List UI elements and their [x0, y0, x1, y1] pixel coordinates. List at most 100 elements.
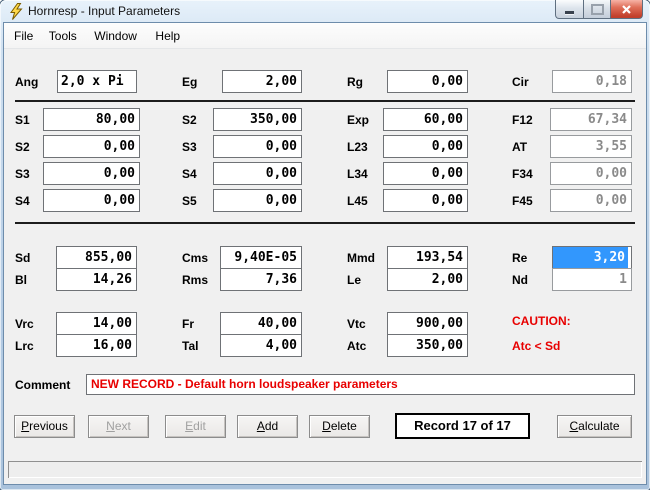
- close-button[interactable]: [610, 0, 643, 19]
- ang-input[interactable]: 2,0 x Pi: [57, 70, 137, 93]
- minimize-button[interactable]: [555, 0, 584, 19]
- s5-value: 0,00: [265, 193, 297, 208]
- at-input: 3,55: [550, 135, 632, 158]
- exp-input[interactable]: 60,00: [383, 108, 468, 131]
- tal-input[interactable]: 4,00: [220, 334, 302, 357]
- s4-col2-input[interactable]: 0,00: [213, 162, 302, 185]
- menu-tools[interactable]: Tools: [47, 29, 79, 43]
- calculate-button[interactable]: Calculate: [557, 415, 632, 438]
- f34-value: 0,00: [595, 166, 627, 181]
- bl-value: 14,26: [92, 272, 132, 287]
- atc-label: Atc: [347, 339, 367, 353]
- window-title: Hornresp - Input Parameters: [28, 4, 181, 18]
- ang-label: Ang: [15, 75, 39, 89]
- cms-label: Cms: [182, 251, 209, 265]
- vtc-value: 900,00: [416, 316, 463, 331]
- delete-button[interactable]: Delete: [309, 415, 370, 438]
- comment-label: Comment: [15, 378, 71, 392]
- menu-help[interactable]: Help: [153, 29, 182, 43]
- s5-input[interactable]: 0,00: [213, 189, 302, 212]
- field-exp: Exp 60,00: [347, 108, 468, 131]
- at-label: AT: [512, 140, 528, 154]
- s1-label: S1: [15, 113, 30, 127]
- re-input[interactable]: 3,20: [552, 246, 632, 269]
- bl-input[interactable]: 14,26: [56, 268, 137, 291]
- s3-input[interactable]: 0,00: [43, 162, 140, 185]
- menu-window[interactable]: Window: [92, 29, 139, 43]
- cir-input: 0,18: [552, 70, 632, 93]
- s3-label: S3: [15, 167, 30, 181]
- add-button[interactable]: Add: [237, 415, 298, 438]
- field-s1: S1 80,00: [15, 108, 140, 131]
- l45-input[interactable]: 0,00: [383, 189, 468, 212]
- next-button[interactable]: Next: [88, 415, 149, 438]
- exp-value: 60,00: [423, 112, 463, 127]
- previous-button[interactable]: Previous: [14, 415, 75, 438]
- s1-input[interactable]: 80,00: [43, 108, 140, 131]
- fr-input[interactable]: 40,00: [220, 312, 302, 335]
- comment-input[interactable]: NEW RECORD - Default horn loudspeaker pa…: [86, 374, 635, 395]
- mmd-value: 193,54: [416, 250, 463, 265]
- field-mmd: Mmd 193,54: [347, 246, 468, 269]
- cir-label: Cir: [512, 75, 529, 89]
- l23-input[interactable]: 0,00: [383, 135, 468, 158]
- maximize-button[interactable]: [583, 0, 611, 19]
- field-lrc: Lrc 16,00: [15, 334, 137, 357]
- field-s4: S4 0,00: [15, 189, 140, 212]
- s2-value: 0,00: [103, 139, 135, 154]
- cms-value: 9,40E-05: [234, 250, 297, 265]
- field-eg: Eg 2,00: [182, 70, 302, 93]
- eg-input[interactable]: 2,00: [222, 70, 302, 93]
- l34-label: L34: [347, 167, 368, 181]
- le-input[interactable]: 2,00: [387, 268, 468, 291]
- l45-value: 0,00: [431, 193, 463, 208]
- lrc-input[interactable]: 16,00: [56, 334, 137, 357]
- atc-input[interactable]: 350,00: [387, 334, 468, 357]
- field-s3: S3 0,00: [15, 162, 140, 185]
- comment-value: NEW RECORD - Default horn loudspeaker pa…: [91, 377, 398, 391]
- field-atc: Atc 350,00: [347, 334, 468, 357]
- s3-col2-input[interactable]: 0,00: [213, 135, 302, 158]
- field-re: Re 3,20: [512, 246, 632, 269]
- field-vrc: Vrc 14,00: [15, 312, 137, 335]
- sd-input[interactable]: 855,00: [56, 246, 137, 269]
- rg-input[interactable]: 0,00: [387, 70, 468, 93]
- s2-input[interactable]: 0,00: [43, 135, 140, 158]
- s4-label: S4: [15, 194, 30, 208]
- field-s2-col2: S2 350,00: [182, 108, 302, 131]
- field-cms: Cms 9,40E-05: [182, 246, 302, 269]
- l34-input[interactable]: 0,00: [383, 162, 468, 185]
- tal-label: Tal: [182, 339, 199, 353]
- field-vtc: Vtc 900,00: [347, 312, 468, 335]
- field-rg: Rg 0,00: [347, 70, 468, 93]
- nd-label: Nd: [512, 273, 528, 287]
- rms-label: Rms: [182, 273, 209, 287]
- mmd-input[interactable]: 193,54: [387, 246, 468, 269]
- f45-label: F45: [512, 194, 533, 208]
- field-f34: F34 0,00: [512, 162, 632, 185]
- field-l34: L34 0,00: [347, 162, 468, 185]
- nd-value: 1: [619, 272, 627, 287]
- menu-bar: File Tools Window Help: [4, 23, 646, 49]
- s4-input[interactable]: 0,00: [43, 189, 140, 212]
- rms-input[interactable]: 7,36: [220, 268, 302, 291]
- titlebar[interactable]: Hornresp - Input Parameters: [0, 0, 650, 23]
- vrc-input[interactable]: 14,00: [56, 312, 137, 335]
- field-s2: S2 0,00: [15, 135, 140, 158]
- vrc-label: Vrc: [15, 317, 34, 331]
- s5-label: S5: [182, 194, 197, 208]
- f12-label: F12: [512, 113, 533, 127]
- vtc-input[interactable]: 900,00: [387, 312, 468, 335]
- rms-value: 7,36: [265, 272, 297, 287]
- field-l23: L23 0,00: [347, 135, 468, 158]
- field-s5: S5 0,00: [182, 189, 302, 212]
- s2-col2-input[interactable]: 350,00: [213, 108, 302, 131]
- cms-input[interactable]: 9,40E-05: [220, 246, 302, 269]
- menu-file[interactable]: File: [12, 29, 35, 43]
- s2-col2-value: 350,00: [250, 112, 297, 127]
- tal-value: 4,00: [265, 338, 297, 353]
- edit-button[interactable]: Edit: [165, 415, 226, 438]
- f45-value: 0,00: [595, 193, 627, 208]
- caution-heading: CAUTION:: [512, 314, 571, 328]
- f45-input: 0,00: [550, 189, 632, 212]
